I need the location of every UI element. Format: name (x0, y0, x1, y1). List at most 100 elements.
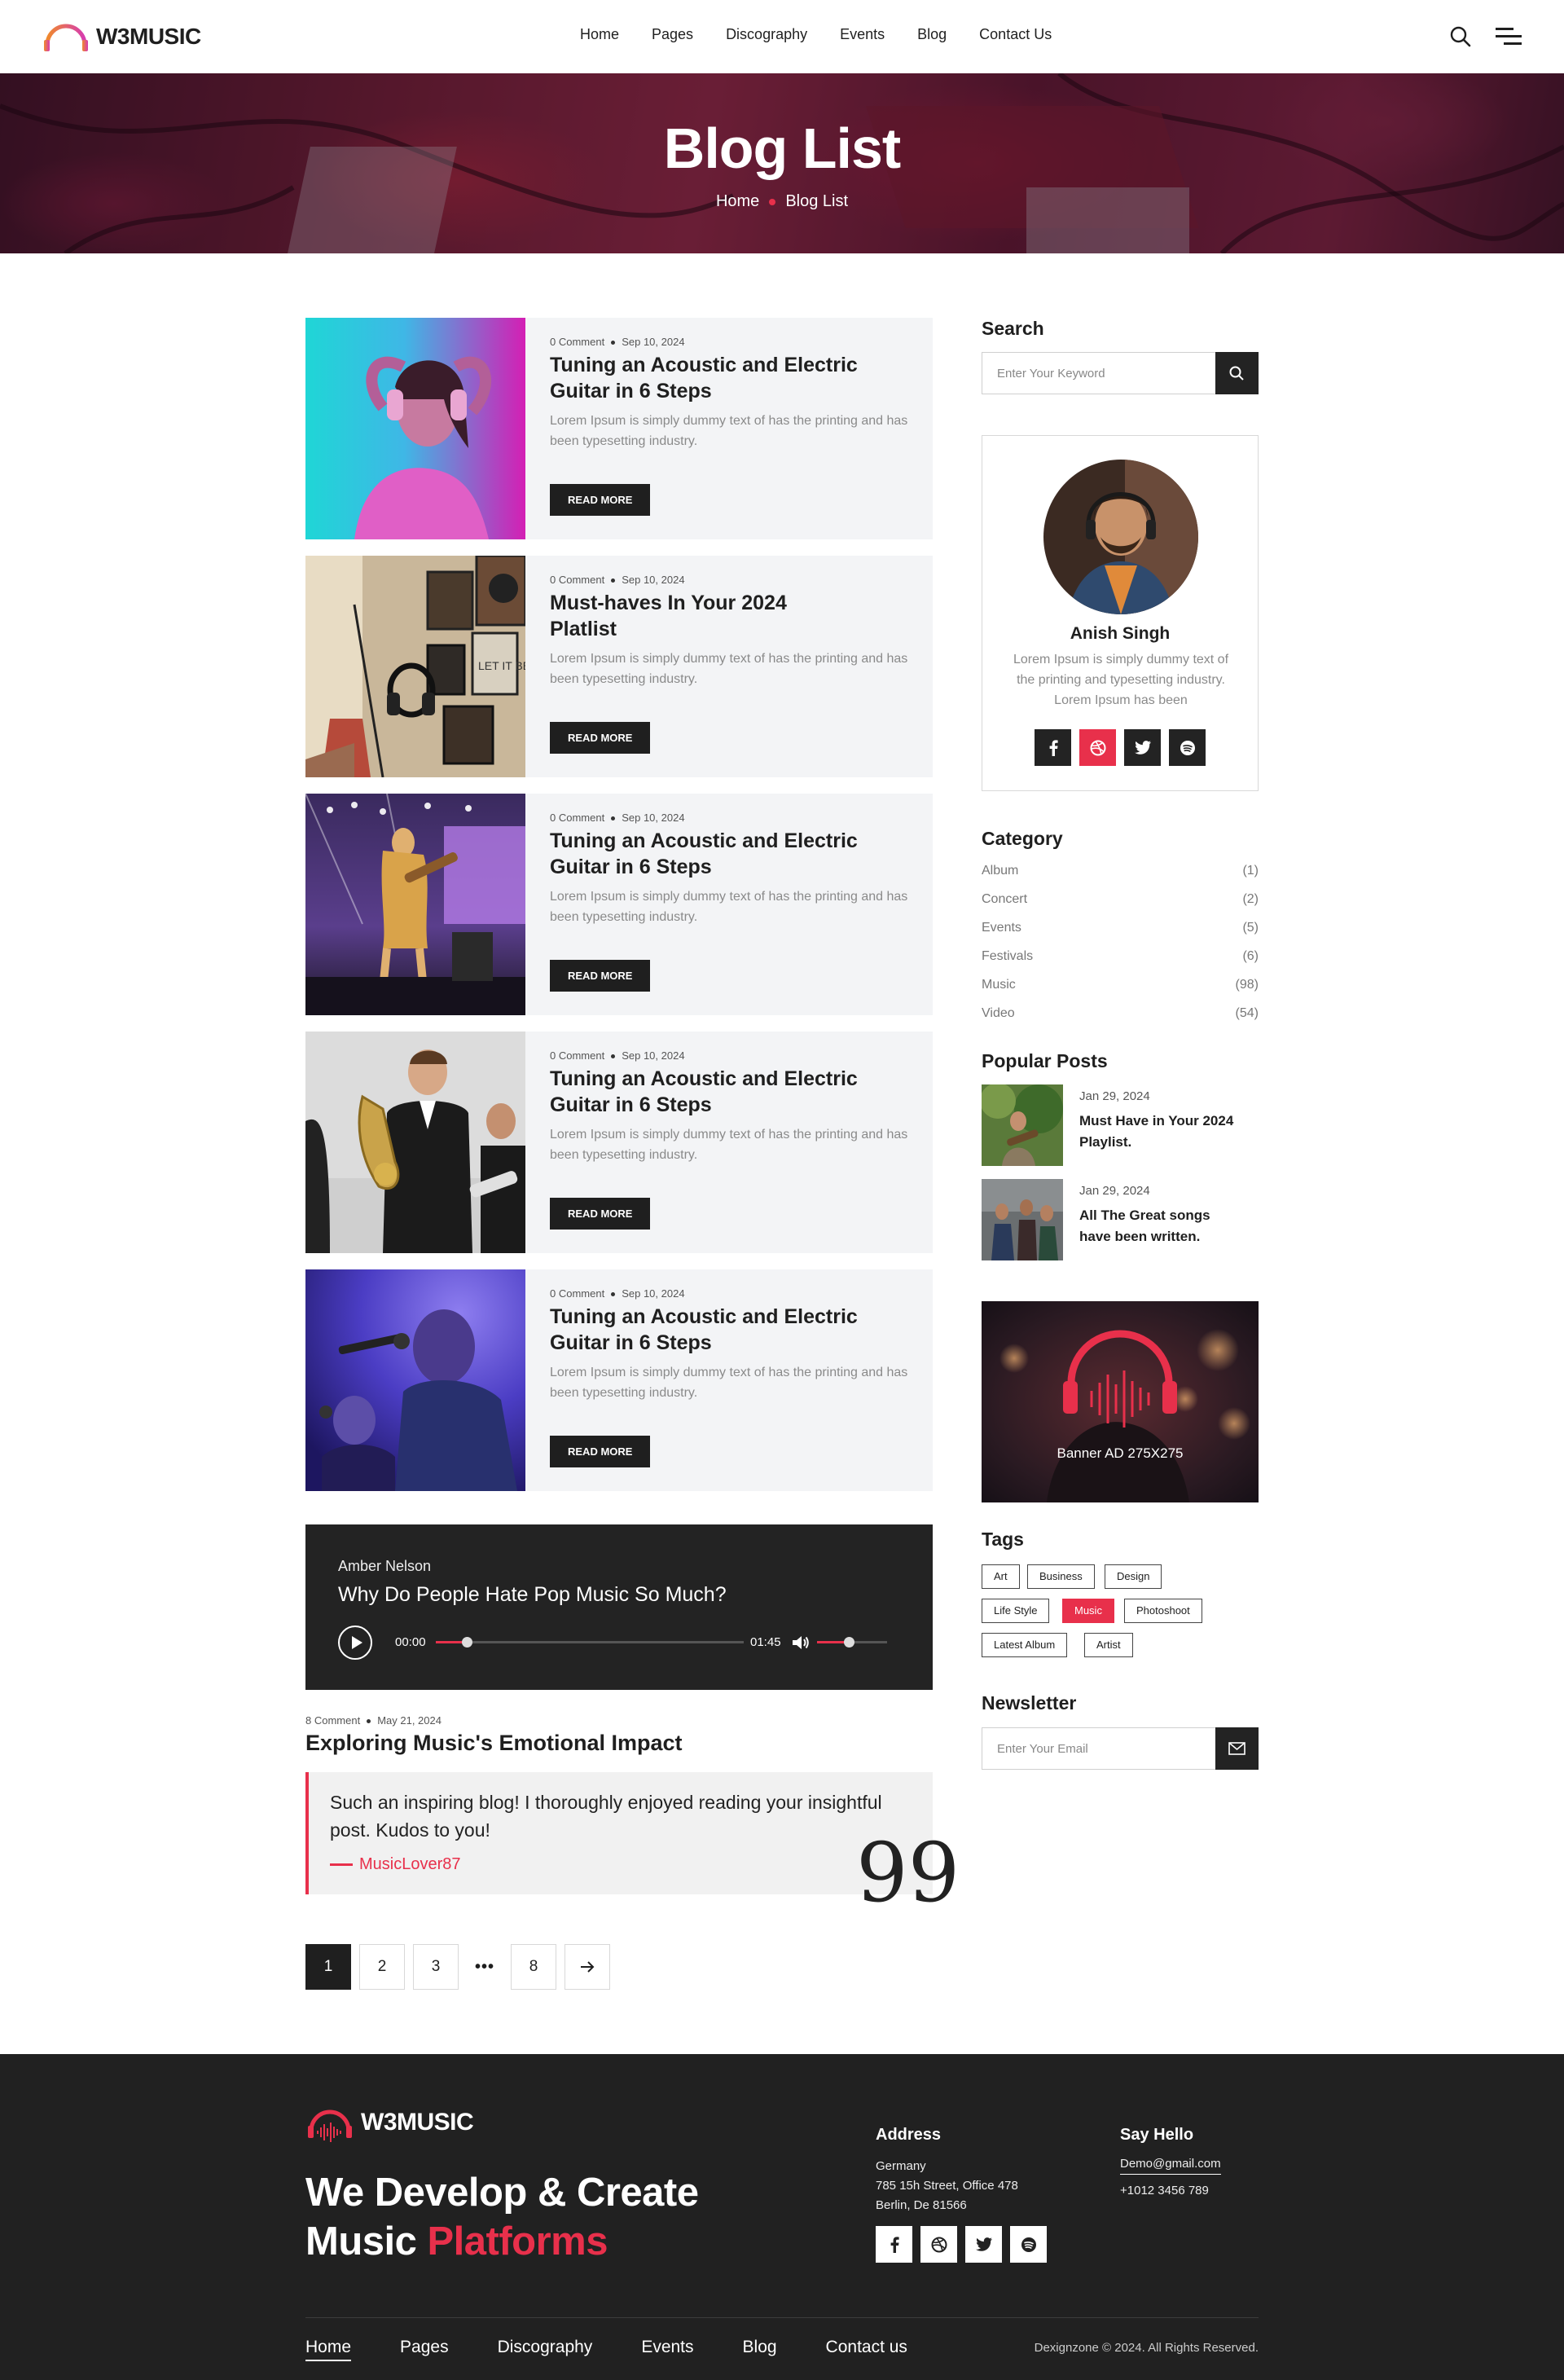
volume-icon[interactable] (791, 1634, 811, 1652)
popular-post-title[interactable]: All The Great songs have been written. (1079, 1205, 1242, 1247)
post-meta: 0 Comment Sep 10, 2024 (550, 1049, 685, 1062)
nav-contact-us[interactable]: Contact Us (979, 26, 1052, 43)
page-2[interactable]: 2 (359, 1944, 405, 1990)
footer-nav: Home Pages Discography Events Blog Conta… (305, 2338, 907, 2361)
popular-post-thumbnail (982, 1179, 1063, 1260)
tagline-accent: Platforms (427, 2219, 608, 2263)
newsletter-heading: Newsletter (982, 1692, 1077, 1714)
read-more-button[interactable]: READ MORE (550, 722, 651, 754)
post-title[interactable]: Exploring Music's Emotional Impact (305, 1731, 683, 1756)
blog-card: LET IT BE 0 Comment Sep 10, 2024 Must-hav… (305, 556, 933, 777)
page-hero: Blog List Home Blog List (0, 73, 1564, 253)
nav-blog[interactable]: Blog (917, 26, 947, 43)
page-1[interactable]: 1 (305, 1944, 351, 1990)
nav-discography[interactable]: Discography (726, 26, 807, 43)
post-title[interactable]: Tuning an Acoustic and Electric Guitar i… (550, 828, 859, 880)
footer-nav-discography[interactable]: Discography (498, 2338, 593, 2361)
search-submit-button[interactable] (1215, 352, 1259, 394)
hamburger-menu-icon[interactable] (1496, 25, 1522, 48)
newsletter-submit-button[interactable] (1215, 1727, 1259, 1770)
post-title[interactable]: Tuning an Acoustic and Electric Guitar i… (550, 1066, 859, 1118)
search-icon[interactable] (1448, 24, 1473, 49)
read-more-button[interactable]: READ MORE (550, 1198, 651, 1230)
footer-nav-contact-us[interactable]: Contact us (826, 2338, 907, 2361)
twitter-icon[interactable] (1124, 729, 1161, 766)
tag-latest-album[interactable]: Latest Album (982, 1633, 1068, 1657)
tag-music[interactable]: Music (1062, 1599, 1114, 1623)
blog-card-image[interactable]: LET IT BE (305, 556, 525, 777)
post-title[interactable]: Tuning an Acoustic and Electric Guitar i… (550, 1304, 859, 1356)
post-title[interactable]: Tuning an Acoustic and Electric Guitar i… (550, 352, 859, 404)
banner-ad[interactable]: Banner AD 275X275 (982, 1301, 1259, 1502)
next-page-button[interactable] (565, 1944, 610, 1990)
player-title[interactable]: Why Do People Hate Pop Music So Much? (338, 1583, 727, 1607)
facebook-icon[interactable] (1035, 729, 1071, 766)
spotify-icon[interactable] (1010, 2226, 1047, 2263)
spotify-icon[interactable] (1169, 729, 1206, 766)
popular-post-title[interactable]: Must Have in Your 2024 Playlist. (1079, 1111, 1242, 1153)
comment-count[interactable]: 0 Comment (550, 336, 604, 348)
tag-business[interactable]: Business (1027, 1564, 1095, 1589)
read-more-button[interactable]: READ MORE (550, 1436, 651, 1467)
category-item-video[interactable]: Video (54) (982, 1006, 1259, 1035)
page-8[interactable]: 8 (511, 1944, 556, 1990)
avatar (1043, 460, 1198, 614)
dribbble-icon[interactable] (1079, 729, 1116, 766)
tag-art[interactable]: Art (982, 1564, 1020, 1589)
page-3[interactable]: 3 (413, 1944, 459, 1990)
category-item-album[interactable]: Album (1) (982, 864, 1259, 892)
facebook-icon[interactable] (876, 2226, 912, 2263)
search-icon (1229, 366, 1244, 381)
footer-nav-pages[interactable]: Pages (400, 2338, 449, 2361)
comment-count[interactable]: 8 Comment (305, 1714, 360, 1727)
breadcrumb-home[interactable]: Home (716, 192, 759, 210)
audio-post-player: Amber Nelson Why Do People Hate Pop Musi… (305, 1524, 933, 1690)
footer-email-link[interactable]: Demo@gmail.com (1120, 2157, 1221, 2175)
footer-nav-events[interactable]: Events (641, 2338, 693, 2361)
volume-handle[interactable] (843, 1637, 854, 1648)
progress-slider[interactable] (436, 1637, 744, 1648)
category-item-music[interactable]: Music (98) (982, 978, 1259, 1006)
comment-count[interactable]: 0 Comment (550, 1049, 604, 1062)
quote-author: MusicLover87 (330, 1855, 461, 1874)
blog-card: 0 Comment Sep 10, 2024 Tuning an Acoustic… (305, 1032, 933, 1253)
read-more-button[interactable]: READ MORE (550, 484, 651, 516)
nav-events[interactable]: Events (840, 26, 885, 43)
tag-design[interactable]: Design (1105, 1564, 1162, 1589)
pagination-ellipsis: ••• (474, 1957, 494, 1976)
category-item-events[interactable]: Events (5) (982, 921, 1259, 949)
address-heading: Address (876, 2126, 942, 2144)
blog-card-image[interactable] (305, 1269, 525, 1491)
read-more-button[interactable]: READ MORE (550, 960, 651, 992)
nav-pages[interactable]: Pages (652, 26, 693, 43)
twitter-icon[interactable] (965, 2226, 1002, 2263)
blog-card-image[interactable] (305, 794, 525, 1015)
tagline-line-2: Music Platforms (305, 2219, 608, 2263)
comment-count[interactable]: 0 Comment (550, 574, 604, 586)
blog-card-image[interactable] (305, 1032, 525, 1253)
site-logo[interactable]: W3MUSIC (42, 15, 201, 59)
popular-post-item[interactable]: Jan 29, 2024 Must Have in Your 2024 Play… (982, 1084, 1259, 1166)
dribbble-icon[interactable] (920, 2226, 957, 2263)
nav-home[interactable]: Home (580, 26, 619, 43)
tag-photoshoot[interactable]: Photoshoot (1124, 1599, 1202, 1623)
search-input[interactable] (982, 353, 1216, 394)
play-button[interactable] (338, 1626, 372, 1660)
logo-text: W3MUSIC (96, 24, 201, 49)
popular-post-item[interactable]: Jan 29, 2024 All The Great songs have be… (982, 1179, 1259, 1260)
tag-artist[interactable]: Artist (1084, 1633, 1133, 1657)
footer-nav-blog[interactable]: Blog (743, 2338, 777, 2361)
tag-life-style[interactable]: Life Style (982, 1599, 1050, 1623)
category-item-concert[interactable]: Concert (2) (982, 892, 1259, 921)
newsletter-email-input[interactable] (982, 1728, 1216, 1769)
comment-count[interactable]: 0 Comment (550, 812, 604, 824)
post-title[interactable]: Must-haves In Your 2024 Platlist (550, 590, 794, 642)
comment-count[interactable]: 0 Comment (550, 1287, 604, 1300)
footer-nav-home[interactable]: Home (305, 2338, 352, 2361)
category-item-festivals[interactable]: Festivals (6) (982, 949, 1259, 978)
post-excerpt: Lorem Ipsum is simply dummy text of has … (550, 1366, 908, 1400)
footer-logo[interactable]: W3MUSIC (305, 2101, 474, 2144)
progress-handle[interactable] (461, 1637, 472, 1648)
volume-slider[interactable] (817, 1637, 887, 1648)
blog-card-image[interactable] (305, 318, 525, 539)
